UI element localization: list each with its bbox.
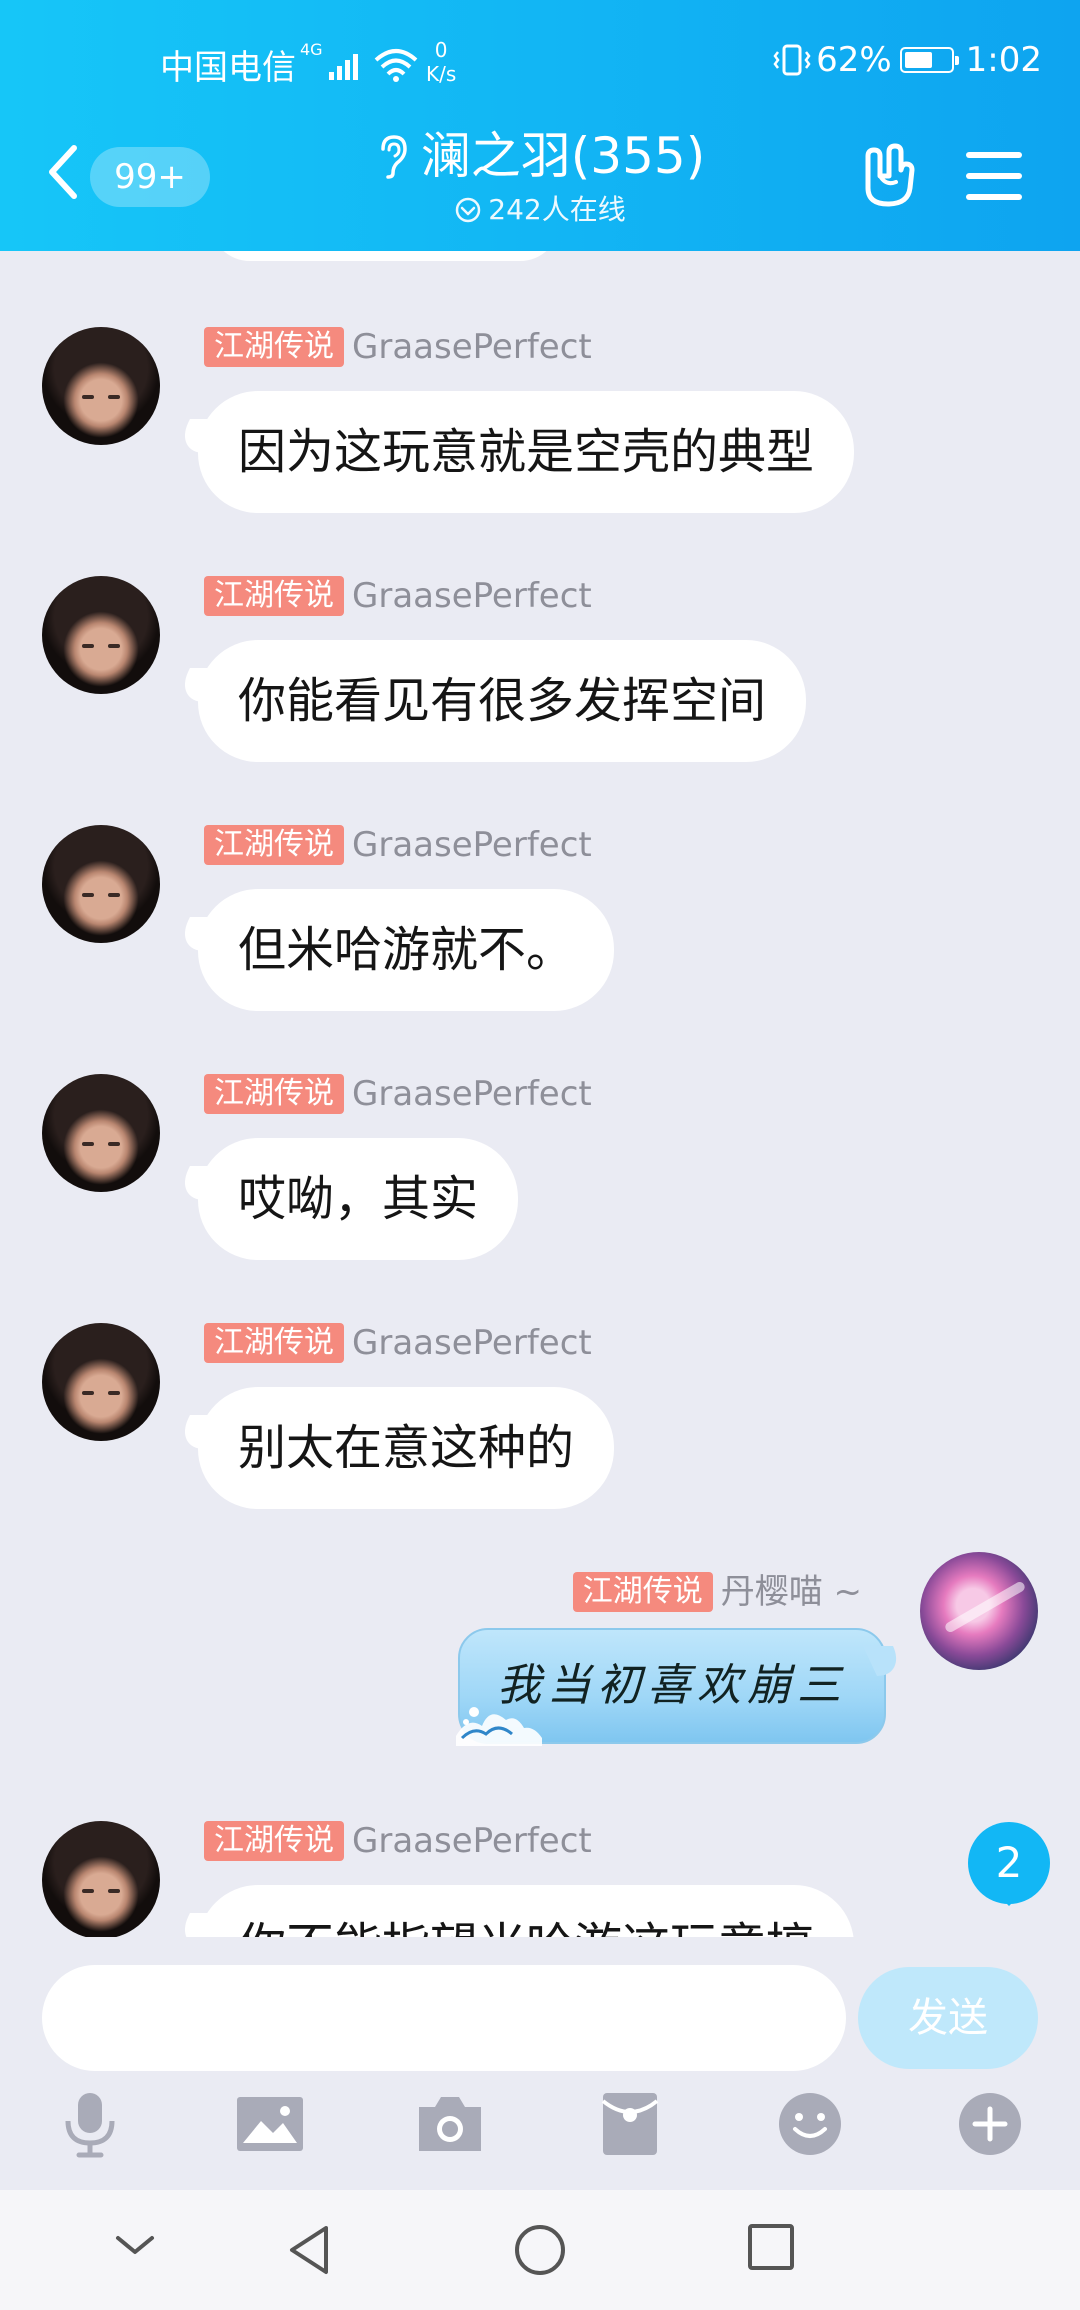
wave-decoration-icon <box>456 1707 542 1746</box>
group-name: 澜之羽(355) <box>420 127 706 185</box>
sender-name[interactable]: GraasePerfect <box>352 576 592 616</box>
sender-name[interactable]: GraasePerfect <box>352 1323 592 1363</box>
system-navigation-bar <box>0 2190 1080 2310</box>
message-bubble[interactable]: 但米哈游就不。 <box>198 889 615 1011</box>
avatar[interactable] <box>42 1323 160 1441</box>
sender-name[interactable]: GraasePerfect <box>352 327 592 367</box>
network-type: 4G <box>300 40 323 59</box>
carrier-name: 中国电信 <box>160 48 296 88</box>
chevron-circle-icon <box>456 197 481 223</box>
rank-badge: 江湖传说 <box>204 1323 344 1363</box>
sender-name[interactable]: GraasePerfect <box>352 1074 592 1114</box>
rank-badge: 江湖传说 <box>204 1074 344 1114</box>
new-message-counter[interactable]: 2 <box>968 1822 1050 1906</box>
message-bubble[interactable]: 别太在意这种的 <box>198 1387 615 1509</box>
net-speed: 0 K/s <box>426 38 457 86</box>
avatar[interactable] <box>42 825 160 943</box>
message-bubble[interactable]: 因为这玩意就是空壳的典型 <box>198 391 855 513</box>
camera-icon[interactable] <box>415 2089 485 2159</box>
rank-badge: 江湖传说 <box>204 825 344 865</box>
avatar[interactable] <box>42 576 160 694</box>
red-packet-icon[interactable] <box>595 2089 665 2159</box>
message-text: 我当初喜欢崩三 <box>497 1660 847 1711</box>
rank-badge: 江湖传说 <box>204 576 344 616</box>
clock: 1:02 <box>965 40 1042 80</box>
sender-name[interactable]: GraasePerfect <box>352 825 592 865</box>
avatar[interactable] <box>42 1821 160 1937</box>
chat-header: 中国电信 4G 0 K/s 62% 1:02 99+ 澜之羽(355) 242人… <box>0 0 1080 251</box>
microphone-icon[interactable] <box>55 2089 125 2159</box>
plus-icon[interactable] <box>955 2089 1025 2159</box>
hand-gesture-icon[interactable] <box>858 142 920 212</box>
image-icon[interactable] <box>235 2089 305 2159</box>
rank-badge: 江湖传说 <box>204 1821 344 1861</box>
emoji-icon[interactable] <box>775 2089 845 2159</box>
vibrate-icon <box>773 44 811 76</box>
status-bar: 中国电信 4G 0 K/s 62% 1:02 <box>0 30 1080 90</box>
nav-recents-icon[interactable] <box>746 2222 796 2272</box>
message-bubble[interactable]: 我当初喜欢崩三 <box>456 1628 886 1746</box>
sender-name[interactable]: 丹樱喵 ~ <box>721 1572 862 1612</box>
nav-home-icon[interactable] <box>512 2222 568 2278</box>
wifi-icon <box>374 48 417 82</box>
avatar[interactable] <box>42 1074 160 1192</box>
nav-back-icon[interactable] <box>284 2222 334 2278</box>
message-bubble[interactable]: 你不能指望米哈游这玩意搞 <box>198 1885 855 1937</box>
menu-icon[interactable] <box>966 152 1022 200</box>
message-bubble[interactable]: 哎呦，其实 <box>198 1138 519 1260</box>
message-list[interactable]: 江湖传说 GraasePerfect 因为这玩意就是空壳的典型 江湖传说 Graas… <box>0 251 1080 1937</box>
ear-icon <box>381 135 407 179</box>
collapse-chevron-icon[interactable] <box>112 2222 158 2268</box>
online-count: 242人在线 <box>488 193 626 226</box>
battery-fill <box>904 52 932 68</box>
input-bar: 发送 <box>0 1937 1080 2187</box>
battery-icon <box>899 47 959 73</box>
previous-bubble-edge <box>210 251 560 261</box>
battery-percent: 62% <box>816 40 892 80</box>
message-bubble[interactable]: 你能看见有很多发挥空间 <box>198 640 807 762</box>
avatar[interactable] <box>920 1552 1038 1670</box>
signal-icon <box>328 50 358 80</box>
send-button[interactable]: 发送 <box>858 1967 1038 2069</box>
sender-name[interactable]: GraasePerfect <box>352 1821 592 1861</box>
avatar[interactable] <box>42 327 160 445</box>
rank-badge: 江湖传说 <box>572 1572 713 1612</box>
message-input[interactable] <box>42 1965 846 2071</box>
rank-badge: 江湖传说 <box>204 327 344 367</box>
